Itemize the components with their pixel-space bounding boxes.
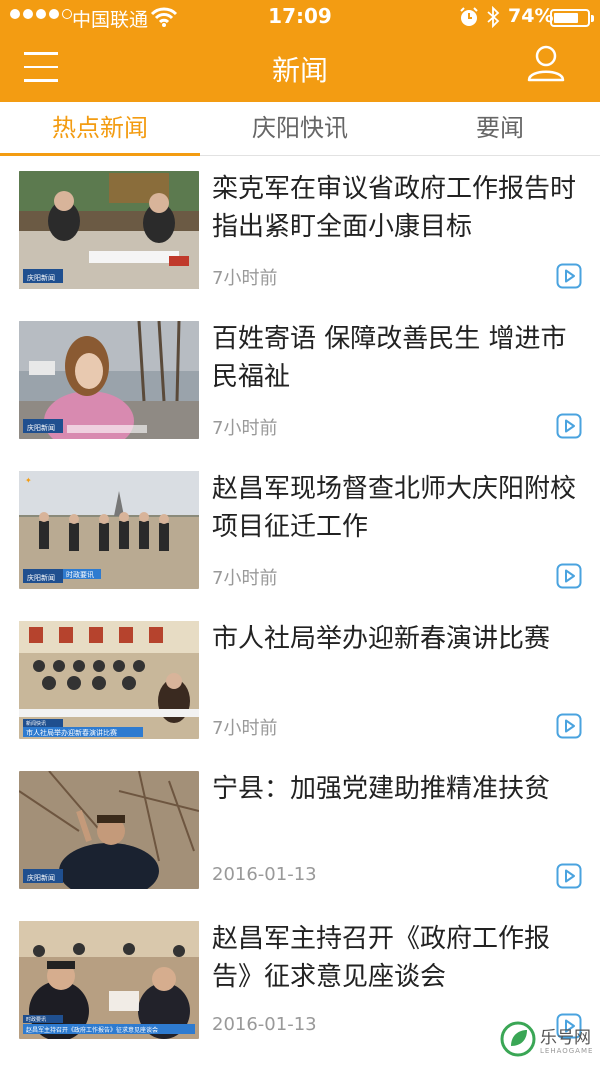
alarm-icon (460, 7, 478, 26)
news-headline: 市人社局举办迎新春演讲比赛 (212, 624, 551, 654)
news-headline: 栾克军在审议省政府工作报告时指出紧盯全面小康目标 (212, 174, 577, 242)
news-time: 2016-01-13 (212, 864, 317, 885)
nav-bar: 新闻 (0, 34, 600, 102)
news-time: 7小时前 (212, 268, 278, 289)
svg-text:庆阳新闻: 庆阳新闻 (27, 423, 55, 432)
news-headline: 百姓寄语 保障改善民生 增进市民福祉 (212, 324, 567, 392)
svg-text:庆阳新闻: 庆阳新闻 (27, 873, 55, 882)
user-icon[interactable] (526, 44, 566, 84)
news-item[interactable]: 庆阳新闻 宁县：加强党建助推精准扶贫 2016-01-13 (0, 756, 600, 906)
tab-hot-news[interactable]: 热点新闻 (0, 102, 200, 156)
news-thumbnail: 庆阳新闻 (19, 771, 199, 889)
news-time: 7小时前 (212, 418, 278, 439)
watermark-leaf-icon (500, 1021, 536, 1057)
header: 中国联通 17:09 74% 新闻 (0, 0, 600, 102)
play-video-icon[interactable] (556, 563, 582, 589)
news-thumbnail: 新闻快讯 市人社局举办迎新春演讲比赛 (19, 621, 199, 739)
news-headline: 宁县：加强党建助推精准扶贫 (212, 774, 551, 804)
news-time: 7小时前 (212, 718, 278, 739)
news-thumbnail: 庆阳新闻 (19, 321, 199, 439)
news-item[interactable]: ✦ 庆阳新闻 时政要讯 赵昌军现场督查北师大庆阳附校项目征迁工作 7小时前 (0, 456, 600, 606)
news-time: 2016-01-13 (212, 1014, 317, 1035)
news-item[interactable]: 新闻快讯 市人社局举办迎新春演讲比赛 市人社局举办迎新春演讲比赛 7小时前 (0, 606, 600, 756)
svg-text:市人社局举办迎新春演讲比赛: 市人社局举办迎新春演讲比赛 (26, 728, 117, 737)
news-item[interactable]: 庆阳新闻 百姓寄语 保障改善民生 增进市民福祉 7小时前 (0, 306, 600, 456)
news-thumbnail: 时政要讯 赵昌军主持召开《政府工作报告》征求意见座谈会 (19, 921, 199, 1039)
news-headline: 赵昌军主持召开《政府工作报告》征求意见座谈会 (212, 924, 551, 992)
news-item[interactable]: 庆阳新闻 栾克军在审议省政府工作报告时指出紧盯全面小康目标 7小时前 (0, 156, 600, 306)
tab-top-news[interactable]: 要闻 (400, 102, 600, 155)
svg-text:时政要讯: 时政要讯 (26, 1016, 46, 1023)
battery-percent: 74% (508, 5, 554, 27)
svg-text:✦: ✦ (25, 476, 32, 485)
play-video-icon[interactable] (556, 263, 582, 289)
news-thumbnail: 庆阳新闻 (19, 171, 199, 289)
play-video-icon[interactable] (556, 863, 582, 889)
status-bar: 中国联通 17:09 74% (0, 0, 600, 34)
bluetooth-icon (487, 6, 500, 28)
svg-text:赵昌军主持召开《政府工作报告》征求意见座谈会: 赵昌军主持召开《政府工作报告》征求意见座谈会 (26, 1026, 158, 1034)
battery-icon (550, 9, 594, 27)
svg-text:时政要讯: 时政要讯 (66, 570, 94, 579)
tab-qingyang-express[interactable]: 庆阳快讯 (200, 102, 400, 155)
svg-text:新闻快讯: 新闻快讯 (26, 720, 46, 727)
category-tabs: 热点新闻 庆阳快讯 要闻 (0, 102, 600, 156)
watermark-text: 乐号网 (540, 1028, 591, 1048)
play-video-icon[interactable] (556, 413, 582, 439)
news-list: 庆阳新闻 栾克军在审议省政府工作报告时指出紧盯全面小康目标 7小时前 庆阳新闻 … (0, 156, 600, 1056)
news-thumbnail: ✦ 庆阳新闻 时政要讯 (19, 471, 199, 589)
news-time: 7小时前 (212, 568, 278, 589)
watermark-logo: 乐号网 LEHAOGAME (500, 1021, 596, 1061)
news-headline: 赵昌军现场督查北师大庆阳附校项目征迁工作 (212, 474, 577, 542)
play-video-icon[interactable] (556, 713, 582, 739)
svg-text:庆阳新闻: 庆阳新闻 (27, 273, 55, 282)
svg-text:庆阳新闻: 庆阳新闻 (27, 573, 55, 582)
page-title: 新闻 (271, 54, 328, 87)
watermark-subtext: LEHAOGAME (540, 1047, 594, 1055)
